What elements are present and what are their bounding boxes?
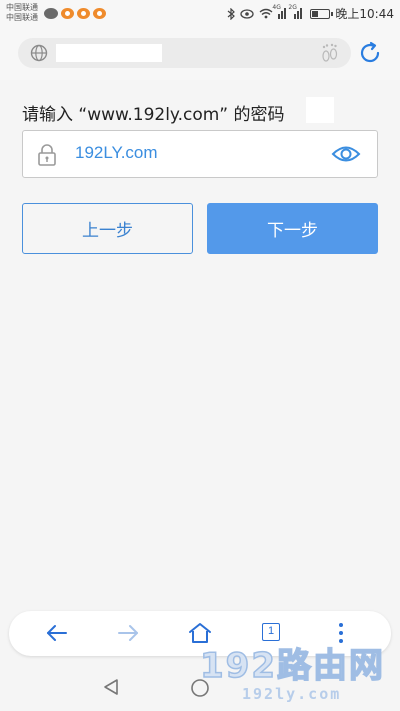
watermark-site: 192ly.com [242,685,342,703]
prompt-mask [306,97,334,123]
nav-back-icon[interactable] [102,678,120,696]
url-text[interactable] [56,44,162,62]
password-prompt: 请输入 “www.192ly.com” 的密码 [22,105,285,125]
refresh-icon[interactable] [358,41,382,65]
lock-icon [38,144,56,166]
eye-comfort-icon [240,8,255,19]
weibo-icon [61,8,74,19]
next-step-button[interactable]: 下一步 [207,203,378,254]
carrier-2: 中国联通 [6,13,38,22]
forward-arrow-icon[interactable] [116,621,140,645]
previous-step-button[interactable]: 上一步 [22,203,193,254]
eye-icon[interactable] [331,143,361,165]
status-right: 4G 2G 晚上10:44 [227,4,394,22]
address-bar[interactable] [18,38,351,68]
status-time: 晚上10:44 [335,7,394,21]
paw-icon[interactable] [321,43,339,63]
weibo-icon [77,8,90,19]
signal-icon: 2G [288,4,305,19]
password-field[interactable]: 192LY.com [22,130,378,178]
globe-icon [30,44,48,62]
browser-bar [0,28,400,80]
carrier-info: 中国联通 中国联通 [6,3,38,23]
wifi-icon [259,8,273,19]
back-arrow-icon[interactable] [45,621,69,645]
carrier-1: 中国联通 [6,3,38,12]
bluetooth-icon [228,7,236,20]
password-value[interactable]: 192LY.com [75,143,158,163]
battery-icon [310,8,334,19]
status-bar: 中国联通 中国联通 4G 2G 晚上10:44 [0,0,400,28]
weibo-icon [93,8,106,19]
watermark: 192路由网 192ly.com [199,638,398,710]
notification-icons [44,8,106,19]
watermark-title: 192路由网 [199,645,385,687]
wechat-icon [44,8,58,19]
